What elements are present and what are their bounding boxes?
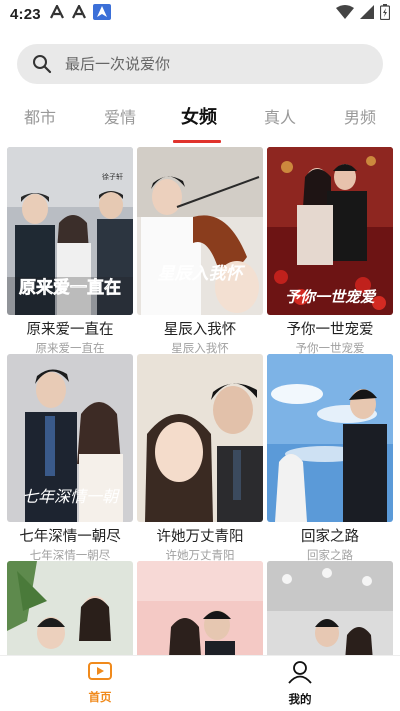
nav-home[interactable]: 首页 bbox=[60, 660, 140, 705]
app-icon-a bbox=[71, 3, 87, 24]
search-icon bbox=[31, 53, 53, 75]
drama-title: 星辰入我怀 bbox=[163, 322, 237, 338]
tab-nanpin[interactable]: 男频 bbox=[330, 104, 390, 128]
status-bar: 4:23 bbox=[0, 0, 400, 28]
navigation-icon bbox=[92, 3, 111, 25]
drama-card[interactable] bbox=[137, 561, 263, 655]
status-system-icons bbox=[336, 3, 391, 25]
drama-poster[interactable] bbox=[267, 354, 393, 522]
poster-title-art: 星辰入我怀 bbox=[158, 264, 246, 284]
drama-poster[interactable] bbox=[267, 561, 393, 655]
poster-title-art: 七年深情一朝 bbox=[22, 487, 120, 506]
nav-home-label: 首页 bbox=[88, 692, 112, 704]
status-notification-icons bbox=[49, 3, 111, 25]
drama-grid: 原来爱一直在 徐子轩 原来爱一直在 原来爱一直在 星辰入我怀 星辰入我怀 星辰入… bbox=[7, 147, 393, 655]
drama-poster[interactable]: 予你一世宠爱 bbox=[267, 147, 393, 315]
drama-poster[interactable]: 原来爱一直在 徐子轩 bbox=[7, 147, 133, 315]
drama-poster[interactable]: 七年深情一朝 bbox=[7, 354, 133, 522]
drama-title: 原来爱一直在 bbox=[26, 322, 114, 338]
drama-poster[interactable] bbox=[7, 561, 133, 655]
wifi-icon bbox=[336, 4, 354, 24]
drama-card[interactable]: 予你一世宠爱 予你一世宠爱 予你一世宠爱 bbox=[267, 147, 393, 356]
drama-card[interactable] bbox=[267, 561, 393, 655]
poster-title-art: 予你一世宠爱 bbox=[285, 288, 377, 306]
poster-title-art: 原来爱一直在 bbox=[19, 277, 121, 298]
drama-poster[interactable]: 星辰入我怀 bbox=[137, 147, 263, 315]
drama-title: 回家之路 bbox=[301, 529, 359, 545]
drama-poster[interactable] bbox=[137, 561, 263, 655]
tab-nvpin[interactable]: 女频 bbox=[169, 103, 229, 129]
bottom-nav: 首页 我的 bbox=[0, 655, 400, 711]
drama-title: 予你一世宠爱 bbox=[286, 322, 374, 338]
tab-aiqing[interactable]: 爱情 bbox=[90, 104, 150, 128]
drama-card[interactable]: 七年深情一朝 七年深情一朝尽 七年深情一朝尽 bbox=[7, 354, 133, 563]
drama-poster[interactable] bbox=[137, 354, 263, 522]
drama-title: 七年深情一朝尽 bbox=[19, 529, 121, 545]
drama-card[interactable]: 星辰入我怀 星辰入我怀 星辰入我怀 bbox=[137, 147, 263, 356]
drama-card[interactable]: 许她万丈青阳 许她万丈青阳 bbox=[137, 354, 263, 563]
battery-icon bbox=[379, 3, 391, 25]
nav-mine[interactable]: 我的 bbox=[260, 660, 340, 707]
category-tabs: 都市 爱情 女频 真人 男频 bbox=[0, 100, 400, 143]
drama-card[interactable] bbox=[7, 561, 133, 655]
search-bar[interactable] bbox=[17, 44, 383, 84]
drama-card[interactable]: 原来爱一直在 徐子轩 原来爱一直在 原来爱一直在 bbox=[7, 147, 133, 356]
app-icon-a bbox=[49, 3, 65, 24]
search-input[interactable] bbox=[65, 55, 345, 73]
status-time: 4:23 bbox=[10, 5, 41, 23]
svg-text:徐子轩: 徐子轩 bbox=[102, 172, 123, 181]
signal-icon bbox=[360, 4, 374, 24]
tab-zhenren[interactable]: 真人 bbox=[250, 104, 310, 128]
play-icon bbox=[87, 660, 113, 687]
tab-dushi[interactable]: 都市 bbox=[10, 104, 70, 128]
nav-mine-label: 我的 bbox=[288, 694, 312, 706]
drama-title: 许她万丈青阳 bbox=[156, 529, 244, 545]
active-tab-indicator bbox=[173, 140, 221, 143]
user-icon bbox=[287, 660, 313, 689]
drama-card[interactable]: 回家之路 回家之路 bbox=[267, 354, 393, 563]
